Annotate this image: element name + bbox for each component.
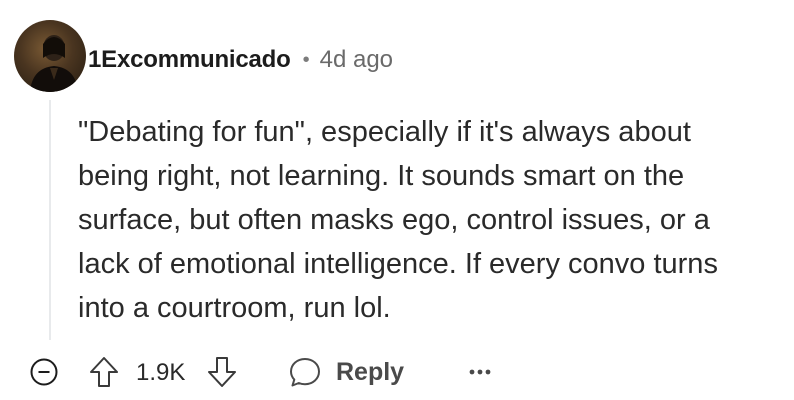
more-options-icon [469, 369, 491, 375]
reply-label: Reply [336, 357, 405, 386]
upvote-arrow-icon [90, 357, 118, 387]
timestamp[interactable]: 4d ago [320, 46, 393, 74]
meta-separator: • [302, 48, 310, 71]
comment-body-line: into a courtroom, run lol. [78, 292, 391, 324]
more-options-button[interactable] [466, 354, 494, 390]
downvote-arrow-icon [208, 357, 236, 387]
comment: 1Excommunicado • 4d ago "Debating for fu… [0, 0, 794, 400]
downvote-button[interactable] [206, 355, 238, 389]
avatar[interactable] [14, 20, 86, 92]
upvote-button[interactable] [88, 355, 120, 389]
reply-button[interactable]: Reply [288, 352, 404, 392]
collapse-minus-icon [30, 358, 58, 386]
vote-score: 1.9K [136, 359, 186, 386]
collapse-button[interactable] [30, 358, 58, 386]
username-link[interactable]: 1Excommunicado [88, 46, 291, 74]
comment-body: "Debating for fun", especially if it's a… [78, 110, 778, 330]
speech-bubble-icon [290, 358, 320, 387]
avatar-image [30, 35, 78, 92]
comment-actions: 1.9K Reply [0, 350, 794, 398]
comment-body-line: surface, but often masks ego, control is… [78, 204, 710, 236]
comment-body-line: "Debating for fun", especially if it's a… [78, 116, 691, 148]
comment-header: 1Excommunicado • 4d ago [88, 42, 393, 78]
comment-body-line: lack of emotional intelligence. If every… [78, 248, 718, 280]
comment-body-line: being right, not learning. It sounds sma… [78, 160, 685, 192]
thread-line[interactable] [49, 100, 51, 340]
